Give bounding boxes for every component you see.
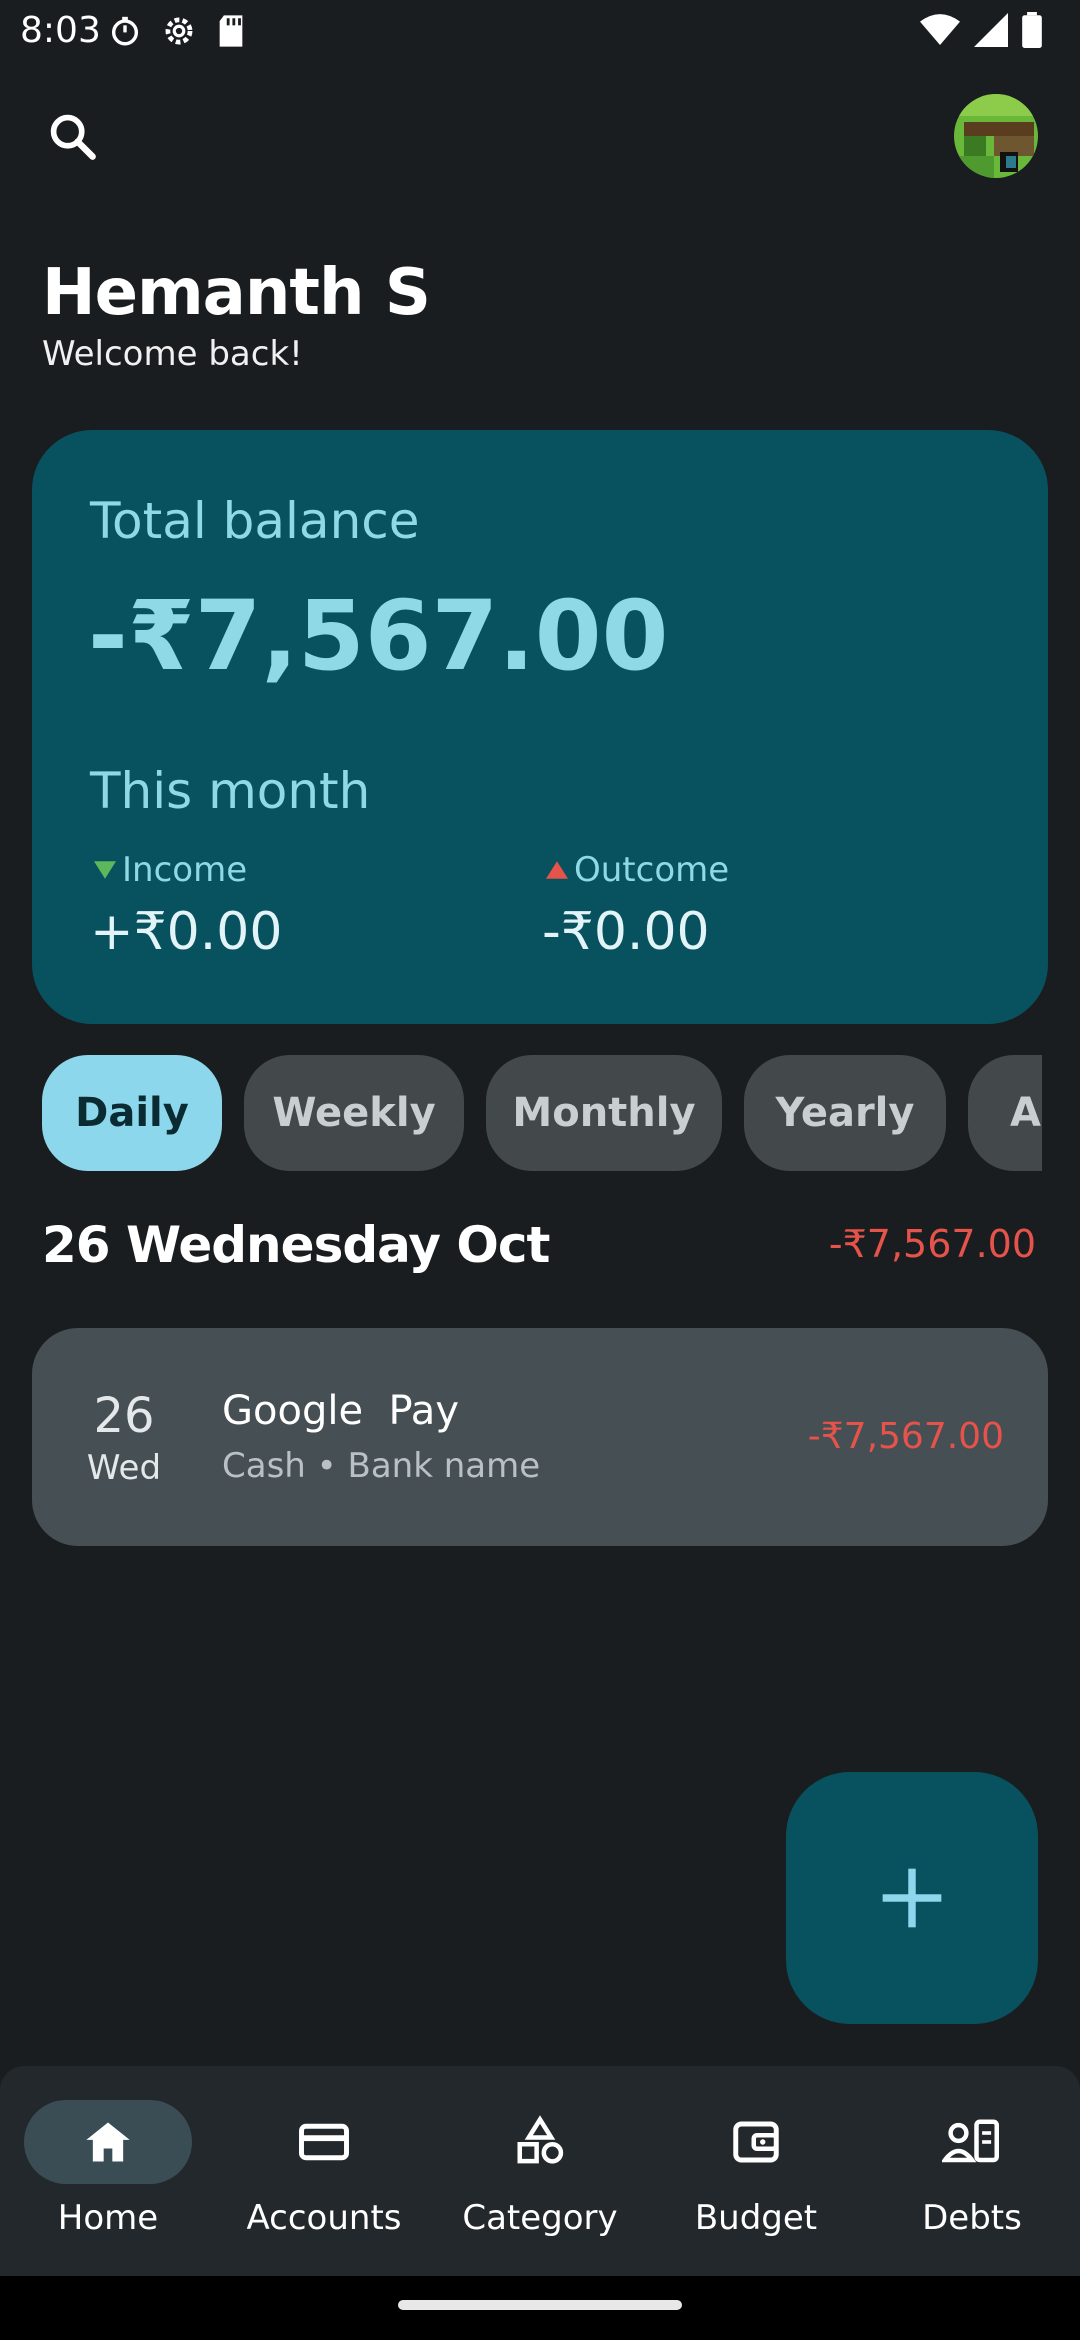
total-balance-amount: -₹7,567.00: [88, 580, 669, 692]
transaction-item[interactable]: 26 Wed Google Pay Cash • Bank name -₹7,5…: [32, 1328, 1048, 1546]
status-icons-right: [920, 12, 1042, 48]
nav-budget[interactable]: Budget: [648, 2100, 864, 2238]
plus-icon: [882, 1868, 942, 1928]
outcome-label: Outcome: [546, 850, 729, 890]
period-filter-chips: Daily Weekly Monthly Yearly All: [42, 1055, 1042, 1171]
nav-label-budget: Budget: [694, 2198, 818, 2238]
transaction-amount: -₹7,567.00: [807, 1416, 1004, 1457]
search-icon: [50, 114, 96, 160]
debts-icon: [942, 2119, 999, 2163]
user-name: Hemanth S: [42, 256, 431, 330]
outcome-value: -₹0.00: [542, 902, 710, 962]
arrow-down-icon: [94, 861, 116, 879]
welcome-text: Welcome back!: [42, 334, 303, 374]
wifi-icon: [920, 14, 960, 45]
category-icon: [517, 2115, 564, 2164]
income-label: Income: [94, 850, 247, 890]
add-transaction-button[interactable]: [786, 1772, 1038, 2024]
chip-weekly[interactable]: Weekly: [244, 1055, 464, 1171]
timer-icon: [111, 16, 139, 46]
balance-card: Total balance -₹7,567.00 This month Inco…: [32, 430, 1048, 1024]
home-indicator[interactable]: [398, 2300, 682, 2310]
home-icon: [86, 2122, 130, 2162]
income-value: +₹0.00: [90, 902, 283, 962]
settings-icon: [165, 17, 193, 45]
status-time: 8:03: [20, 10, 101, 51]
status-icons-left: [108, 12, 246, 50]
chip-yearly[interactable]: Yearly: [744, 1055, 946, 1171]
transaction-weekday: Wed: [86, 1448, 162, 1488]
nav-accounts[interactable]: Accounts: [216, 2100, 432, 2238]
card-icon: [299, 2123, 349, 2161]
this-month-label: This month: [90, 762, 371, 820]
nav-debts[interactable]: Debts: [864, 2100, 1080, 2238]
chip-monthly[interactable]: Monthly: [486, 1055, 722, 1171]
wallet-icon: [733, 2121, 779, 2163]
date-group-total: -₹7,567.00: [828, 1222, 1036, 1266]
nav-category[interactable]: Category: [432, 2100, 648, 2238]
nav-label-home: Home: [57, 2198, 159, 2238]
transaction-details: Cash • Bank name: [222, 1446, 541, 1486]
bottom-navigation: Home Accounts Category Budget Debts: [0, 2066, 1080, 2276]
transaction-day: 26: [93, 1388, 155, 1444]
total-balance-label: Total balance: [90, 492, 420, 550]
sd-card-icon: [219, 15, 243, 47]
nav-label-debts: Debts: [922, 2198, 1022, 2238]
nav-home[interactable]: Home: [0, 2100, 216, 2238]
chip-daily[interactable]: Daily: [42, 1055, 222, 1171]
nav-label-category: Category: [462, 2198, 618, 2238]
signal-icon: [974, 13, 1008, 47]
chip-all[interactable]: All: [968, 1055, 1042, 1171]
arrow-up-icon: [546, 861, 568, 879]
nav-label-accounts: Accounts: [246, 2198, 402, 2238]
search-button[interactable]: [42, 106, 102, 166]
date-group-title: 26 Wednesday Oct: [42, 1216, 550, 1274]
transaction-name: Google Pay: [222, 1388, 459, 1434]
avatar[interactable]: [954, 94, 1038, 178]
battery-icon: [1022, 12, 1042, 48]
